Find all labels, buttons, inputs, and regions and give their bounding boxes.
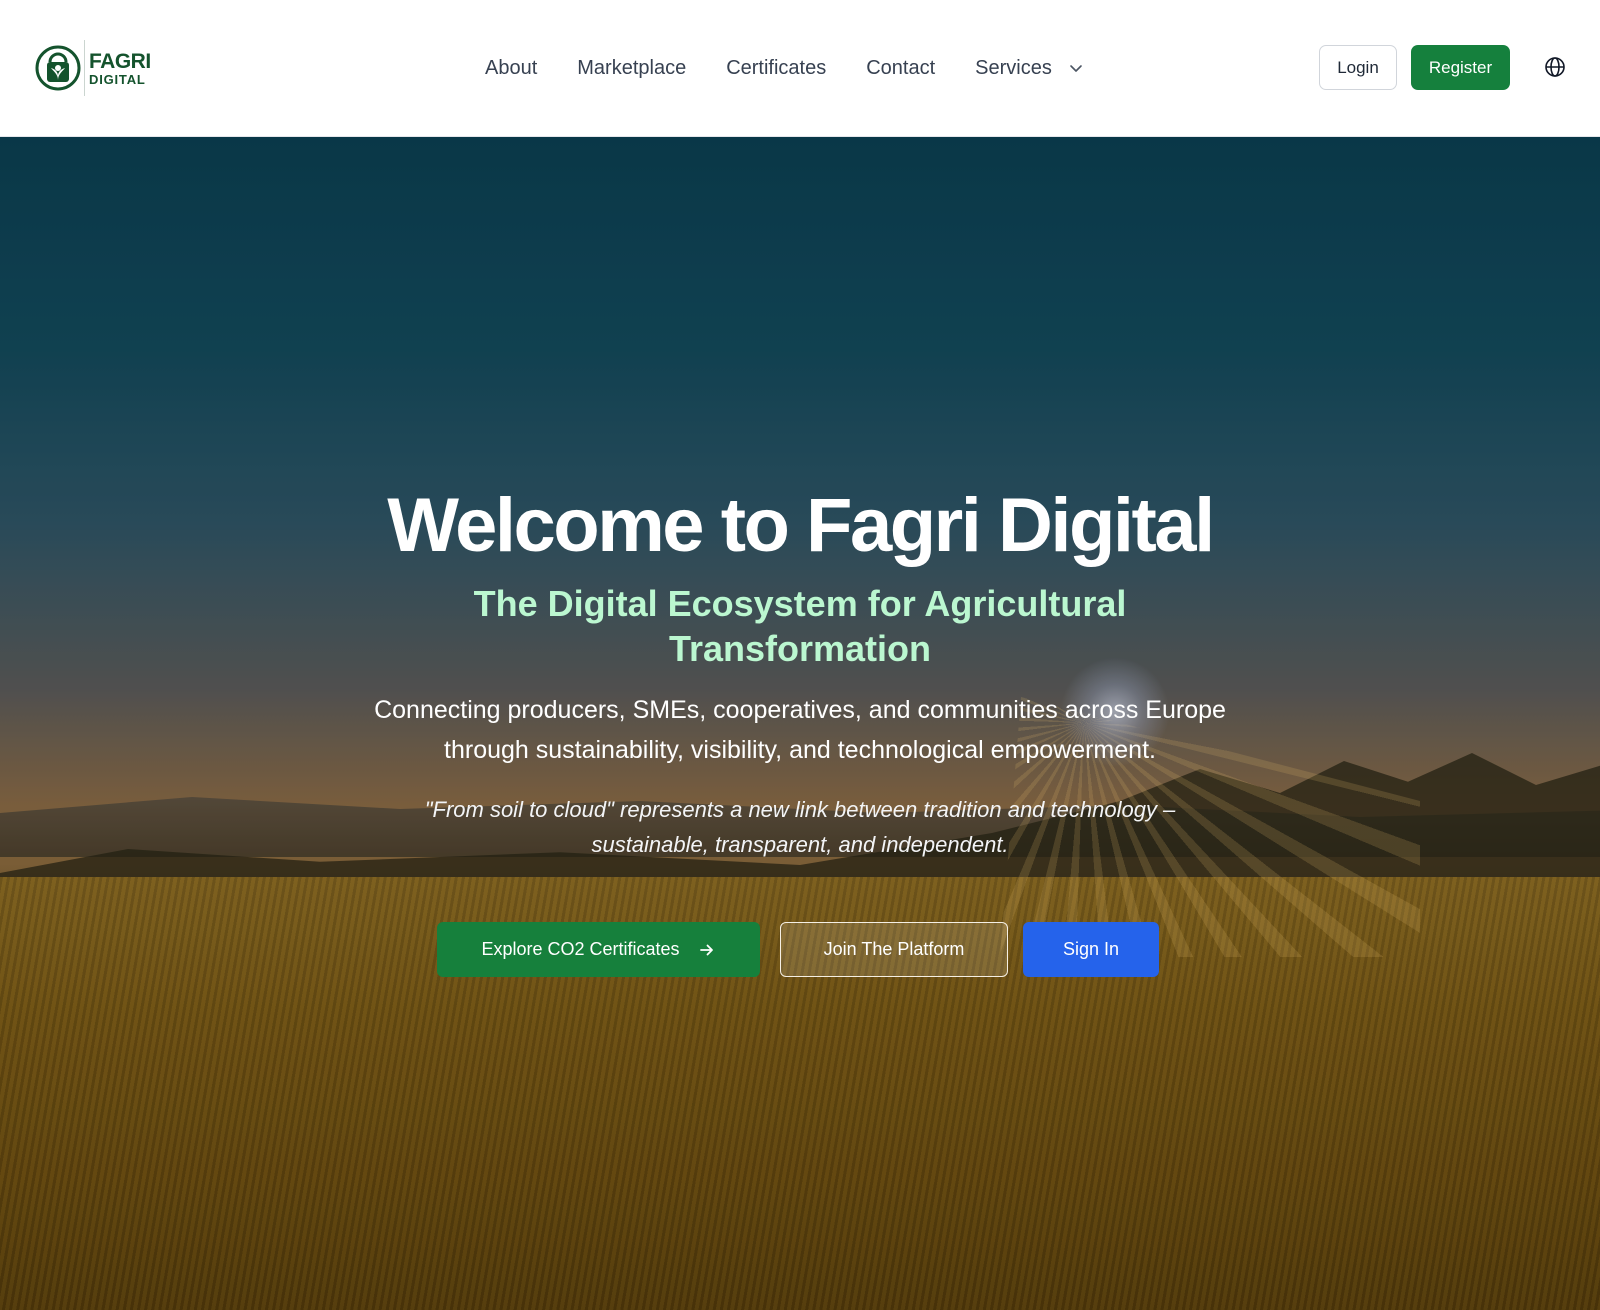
hero-description: Connecting producers, SMEs, cooperatives… <box>374 696 1226 764</box>
nav-about[interactable]: About <box>485 57 537 80</box>
nav-certificates[interactable]: Certificates <box>726 57 826 80</box>
fagri-digital-logo[interactable]: FAGRI DIGITAL <box>34 40 154 96</box>
hero-section: Welcome to Fagri Digital The Digital Eco… <box>0 137 1600 1310</box>
login-button[interactable]: Login <box>1319 45 1397 90</box>
hero-quote: "From soil to cloud" represents a new li… <box>424 797 1176 857</box>
logo-emblem-icon <box>35 45 81 91</box>
nav-contact[interactable]: Contact <box>866 57 935 80</box>
register-button[interactable]: Register <box>1411 45 1510 90</box>
logo-wordmark: FAGRI DIGITAL <box>89 51 151 86</box>
hero-title: Welcome to Fagri Digital <box>387 483 1215 568</box>
nav-marketplace[interactable]: Marketplace <box>577 57 686 80</box>
logo-line-1: FAGRI <box>89 49 151 73</box>
chevron-down-icon <box>1070 65 1082 72</box>
explore-co2-certificates-button[interactable]: Explore CO2 Certificates <box>437 922 760 977</box>
hero-content: Welcome to Fagri Digital The Digital Eco… <box>0 137 1600 1310</box>
sign-in-button[interactable]: Sign In <box>1023 922 1159 977</box>
join-the-platform-button[interactable]: Join The Platform <box>780 922 1008 977</box>
hero-subtitle: The Digital Ecosystem for Agricultural T… <box>473 583 1127 669</box>
hero-cta-group: Explore CO2 Certificates Join The Platfo… <box>0 922 1600 978</box>
main-nav: About Marketplace Certificates Contact S… <box>485 52 1124 84</box>
explore-button-label: Explore CO2 Certificates <box>481 939 680 959</box>
logo-line-2: DIGITAL <box>89 71 146 87</box>
site-header: FAGRI DIGITAL About Marketplace Certific… <box>0 0 1600 137</box>
nav-services-dropdown[interactable]: Services <box>975 57 1084 80</box>
logo-divider <box>84 40 85 96</box>
arrow-right-icon <box>699 944 713 955</box>
nav-services-label: Services <box>975 56 1052 79</box>
globe-icon[interactable] <box>1544 56 1566 78</box>
